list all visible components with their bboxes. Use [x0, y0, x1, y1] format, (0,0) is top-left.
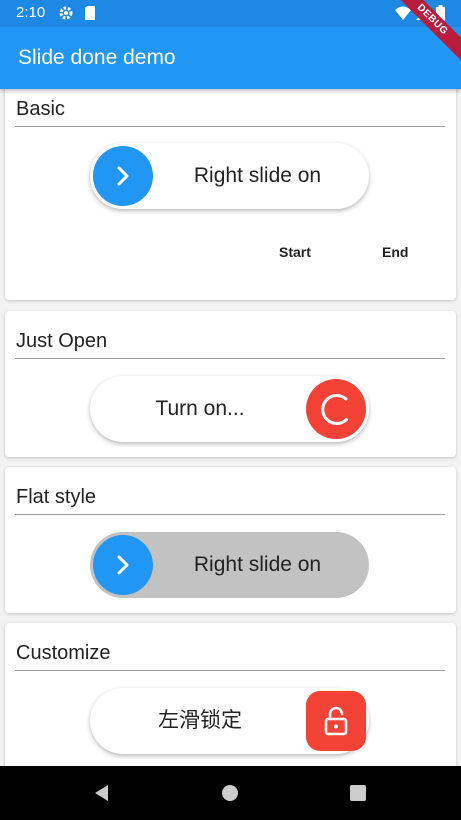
gear-icon: [58, 5, 74, 24]
sd-card-icon: [84, 5, 96, 24]
slider-label: 左滑锁定: [158, 709, 242, 732]
start-button[interactable]: Start: [279, 244, 311, 260]
slider-label: Turn on...: [155, 397, 245, 420]
recents-icon[interactable]: [348, 783, 368, 808]
card-customize: Customize 左滑锁定: [5, 623, 456, 773]
slide-knob[interactable]: [306, 379, 366, 439]
card-divider: [15, 358, 445, 359]
card-title: Basic: [16, 98, 65, 120]
card-divider: [15, 514, 445, 515]
card-divider: [15, 670, 445, 671]
slide-button-just-open[interactable]: Turn on...: [90, 376, 369, 442]
back-icon[interactable]: [92, 783, 112, 808]
status-bar: 2:10: [0, 0, 461, 27]
lock-open-icon: [324, 706, 348, 736]
slide-knob[interactable]: [306, 691, 366, 751]
card-title: Customize: [16, 642, 111, 664]
card-flat-style: Flat style Right slide on: [5, 467, 456, 613]
card-divider: [15, 126, 445, 127]
chevron-right-icon: [117, 555, 129, 575]
chevron-right-icon: [117, 166, 129, 186]
slider-label: Right slide on: [193, 164, 322, 187]
slide-knob[interactable]: [93, 535, 153, 595]
home-icon[interactable]: [220, 783, 240, 808]
app-bar: Slide done demo: [0, 27, 461, 89]
end-button[interactable]: End: [382, 244, 408, 260]
status-time: 2:10: [16, 4, 46, 21]
card-just-open: Just Open Turn on...: [5, 311, 456, 457]
slide-knob[interactable]: [93, 146, 153, 206]
slide-button-basic[interactable]: Right slide on: [90, 143, 369, 209]
card-basic: Basic Right slide on Start End: [5, 84, 456, 300]
card-title: Flat style: [16, 486, 97, 508]
slide-button-flat[interactable]: Right slide on: [90, 532, 369, 598]
navigation-bar: [0, 766, 461, 820]
app-title: Slide done demo: [18, 46, 176, 69]
slider-label: Right slide on: [193, 553, 322, 576]
slide-button-customize[interactable]: 左滑锁定: [90, 688, 369, 754]
loading-spinner-icon: [321, 394, 348, 425]
card-title: Just Open: [16, 330, 108, 352]
